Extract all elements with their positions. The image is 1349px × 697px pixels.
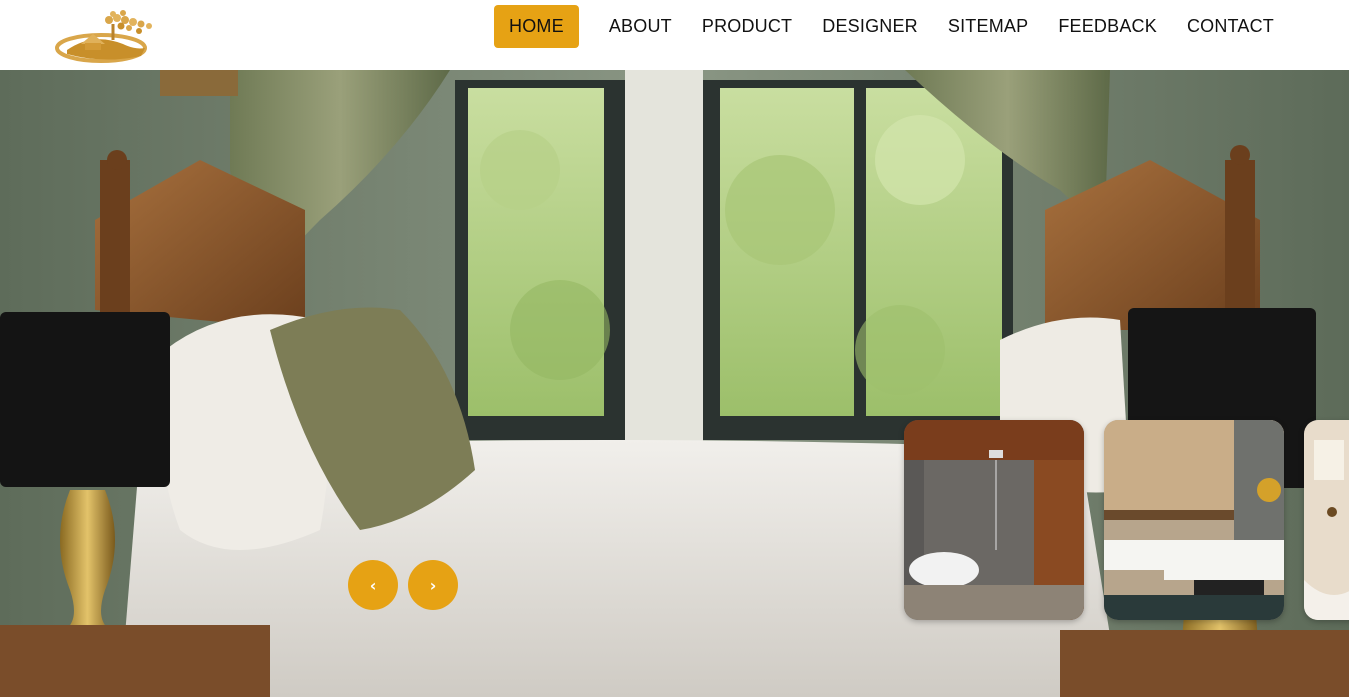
house-tree-logo-icon: [55, 10, 152, 63]
nav-about[interactable]: ABOUT: [594, 5, 687, 48]
site-logo[interactable]: [53, 10, 157, 64]
thumbnail-living-room[interactable]: [1104, 420, 1284, 620]
nav-home[interactable]: HOME: [494, 5, 579, 48]
thumbnail-bathroom[interactable]: [904, 420, 1084, 620]
main-nav: HOME ABOUT PRODUCT DESIGNER SITEMAP FEED…: [494, 5, 1289, 48]
slider-prev-button[interactable]: ‹: [348, 560, 398, 610]
nav-designer[interactable]: DESIGNER: [807, 5, 933, 48]
living-room-thumbnail-image: [1104, 420, 1284, 620]
hero-slider: ‹ ›: [0, 70, 1349, 697]
bathroom-thumbnail-image: [904, 420, 1084, 620]
chevron-right-icon: ›: [429, 575, 437, 595]
slider-next-button[interactable]: ›: [408, 560, 458, 610]
nav-sitemap[interactable]: SITEMAP: [933, 5, 1043, 48]
bathtub-thumbnail-image: [1304, 420, 1349, 620]
nav-contact[interactable]: CONTACT: [1172, 5, 1289, 48]
nav-product[interactable]: PRODUCT: [687, 5, 807, 48]
site-header: HOME ABOUT PRODUCT DESIGNER SITEMAP FEED…: [0, 0, 1349, 70]
chevron-left-icon: ‹: [369, 575, 377, 595]
nav-feedback[interactable]: FEEDBACK: [1043, 5, 1172, 48]
thumbnail-bathtub[interactable]: [1304, 420, 1349, 620]
